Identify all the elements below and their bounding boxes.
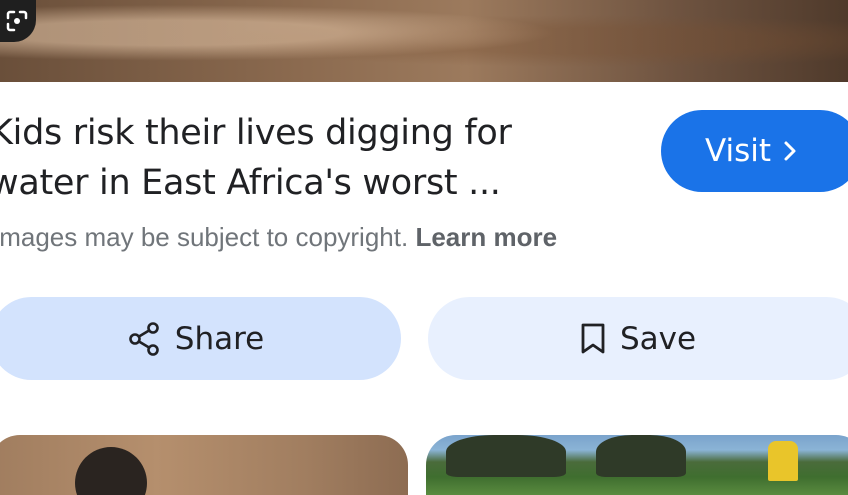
share-icon: [128, 321, 159, 356]
result-title-line: Kids risk their lives digging for: [0, 113, 512, 153]
learn-more-link[interactable]: Learn more: [415, 222, 557, 252]
lens-button[interactable]: [0, 0, 36, 42]
related-image-thumbnail[interactable]: [426, 435, 848, 495]
chevron-right-icon: [784, 141, 796, 161]
copyright-notice: Images may be subject to copyright. Lear…: [0, 222, 557, 253]
result-image[interactable]: [0, 0, 848, 82]
related-image-thumbnail[interactable]: [0, 435, 408, 495]
visit-button[interactable]: Visit: [661, 110, 848, 192]
result-title-line: water in East Africa's worst ...: [0, 163, 501, 203]
result-title[interactable]: Kids risk their lives digging for water …: [0, 108, 600, 208]
bookmark-icon: [581, 323, 605, 353]
thumbnail-figure: [768, 441, 798, 481]
share-button[interactable]: Share: [0, 297, 401, 380]
lens-icon: [6, 10, 28, 32]
share-label: Share: [174, 320, 265, 357]
save-button[interactable]: Save: [428, 297, 848, 380]
thumbnail-tree: [446, 435, 566, 477]
thumbnail-tree: [596, 435, 686, 477]
copyright-text: Images may be subject to copyright.: [0, 222, 409, 252]
thumbnail-subject: [75, 447, 147, 495]
save-label: Save: [619, 320, 697, 357]
visit-label: Visit: [705, 133, 772, 169]
